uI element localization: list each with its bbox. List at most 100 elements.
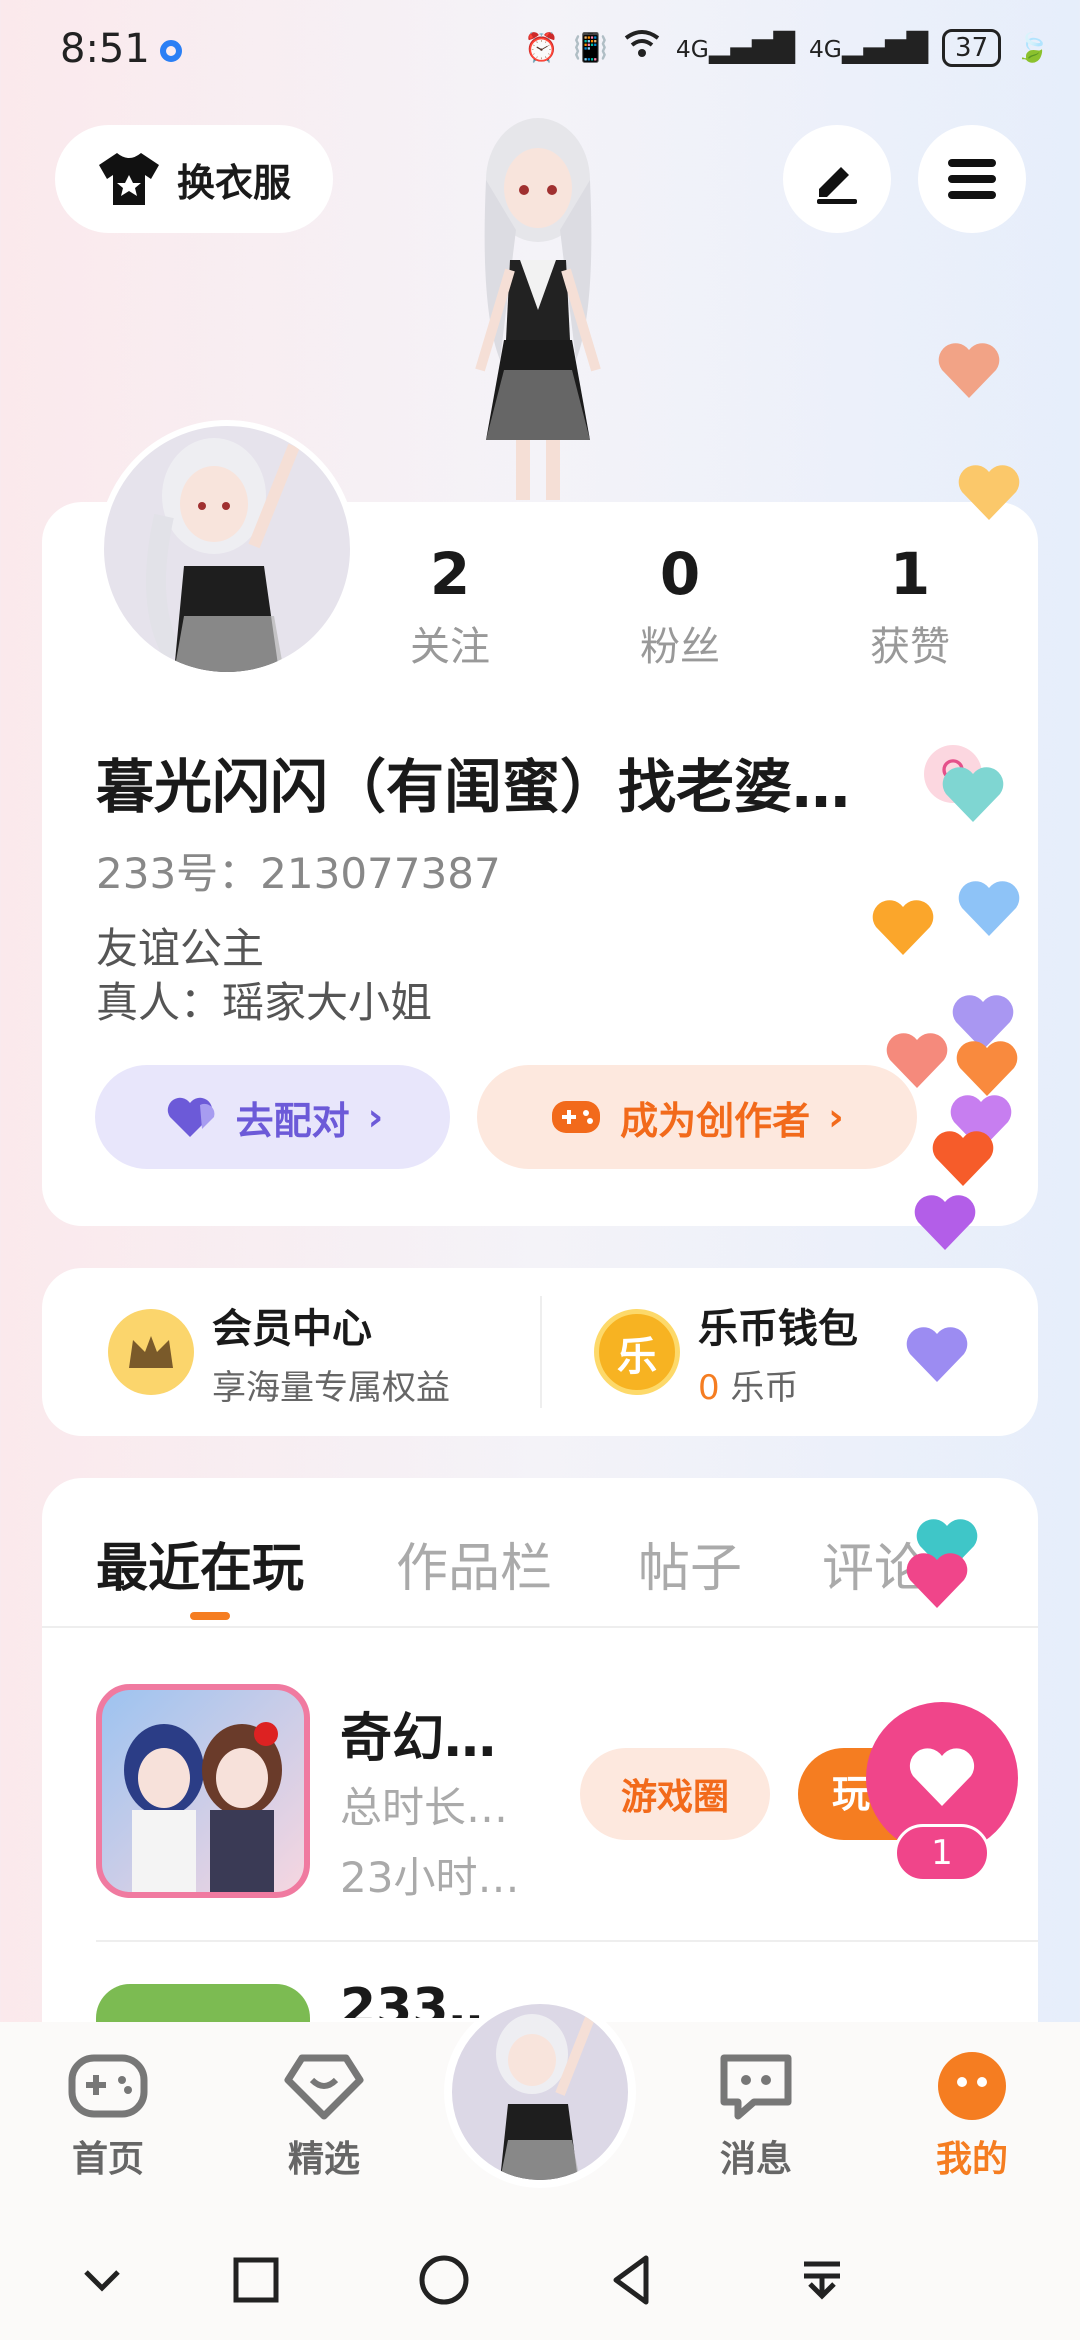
wallet-amount: 0 (698, 1367, 720, 1408)
wallet-unit: 乐币 (730, 1367, 799, 1408)
nickname: 暮光闪闪（有闺蜜）找老婆… (96, 753, 851, 821)
divider (42, 1626, 1038, 1628)
game-circle-button[interactable]: 游戏圈 (580, 1748, 770, 1840)
nav-messages[interactable]: 消息 (696, 2050, 816, 2182)
wallet[interactable]: 乐 乐币钱包 0 乐币 (594, 1268, 858, 1436)
signal-icon-2: 4G▂▄▆█ (808, 31, 929, 64)
floating-heart-icon (938, 343, 1000, 398)
match-label: 去配对 (235, 1098, 350, 1143)
nav-home-label: 首页 (71, 2139, 144, 2180)
avatar-image (496, 2014, 595, 2180)
stat-following[interactable]: 2 关注 (360, 540, 540, 672)
stat-followers[interactable]: 0 粉丝 (590, 540, 770, 672)
wardrobe-button[interactable]: 换衣服 (55, 125, 333, 233)
floating-heart-icon (906, 1327, 968, 1382)
status-icons: ⏰ 📳 4G▂▄▆█ 4G▂▄▆█ 37 🍃 (524, 28, 1050, 67)
alarm-icon: ⏰ (524, 31, 560, 64)
chevron-right-icon: › (367, 1095, 384, 1139)
stat-likes-count: 1 (889, 540, 931, 608)
heart-duo-icon (167, 1097, 215, 1137)
bio-line-1: 友谊公主 (96, 924, 265, 973)
stat-followers-label: 粉丝 (640, 624, 720, 670)
tab-recently-played[interactable]: 最近在玩 (96, 1526, 304, 1601)
game-name-2[interactable]: 233… (340, 1978, 501, 2018)
floating-heart-icon (958, 881, 1020, 936)
floating-heart-icon (886, 1033, 948, 1088)
match-button[interactable]: 去配对 › (95, 1065, 450, 1169)
stat-likes-label: 获赞 (870, 624, 950, 670)
stat-followers-count: 0 (659, 540, 701, 608)
tshirt-icon (98, 153, 159, 205)
signal-icon: 4G▂▄▆█ (675, 31, 795, 64)
like-count: 1 (894, 1824, 990, 1882)
nav-featured-label: 精选 (287, 2139, 360, 2180)
stat-following-count: 2 (429, 540, 471, 608)
game-total-label: 总时长… (340, 1783, 509, 1832)
avatar[interactable] (98, 420, 356, 678)
user-id[interactable]: 233号：213077387 (96, 840, 501, 901)
wifi-icon (622, 28, 662, 67)
battery-icon: 37 (942, 28, 1002, 67)
system-nav-bar (0, 2220, 1080, 2340)
pencil-icon (817, 167, 857, 204)
leaf-icon: 🍃 (1015, 31, 1050, 64)
active-tab-indicator (190, 1612, 230, 1620)
divider (96, 1940, 1038, 1942)
nav-home[interactable]: 首页 (48, 2050, 168, 2182)
creator-label: 成为创作者 (620, 1098, 811, 1143)
recent-apps-icon[interactable] (226, 2250, 286, 2310)
bio: 友谊公主 真人：瑶家大小姐 (96, 922, 432, 1030)
vibrate-icon: 📳 (573, 31, 608, 64)
wallet-title: 乐币钱包 (698, 1305, 858, 1352)
menu-button[interactable] (918, 125, 1026, 233)
vip-center[interactable]: 会员中心 享海量专属权益 (108, 1268, 450, 1436)
vip-subtitle: 享海量专属权益 (212, 1367, 450, 1408)
wardrobe-label: 换衣服 (176, 160, 291, 205)
location-icon (160, 40, 182, 62)
avatar-3d-figure[interactable] (420, 110, 660, 500)
network-type: 4G (675, 35, 709, 63)
heart-diamond-icon (284, 2054, 364, 2120)
coin-icon: 乐 (594, 1309, 680, 1395)
tab-posts[interactable]: 帖子 (638, 1526, 742, 1601)
status-bar: 8:51 ⏰ 📳 4G▂▄▆█ 4G▂▄▆█ 37 🍃 (0, 0, 1080, 100)
game-name[interactable]: 奇幻… (340, 1696, 496, 1771)
nav-featured[interactable]: 精选 (264, 2050, 384, 2182)
nav-avatar-button[interactable] (444, 1996, 636, 2188)
face-icon (938, 2052, 1006, 2120)
chevron-down-icon[interactable] (72, 2250, 132, 2310)
stat-following-label: 关注 (410, 624, 490, 670)
status-time: 8:51 (60, 26, 150, 72)
vip-wallet-card: 会员中心 享海量专属权益 乐 乐币钱包 0 乐币 (42, 1268, 1038, 1436)
gamepad-icon (68, 2054, 148, 2118)
chevron-right-icon: › (828, 1095, 844, 1139)
floating-heart-icon (932, 1131, 994, 1186)
nav-mine[interactable]: 我的 (912, 2050, 1032, 2182)
avatar-image (146, 438, 300, 672)
nav-mine-label: 我的 (935, 2139, 1008, 2180)
edit-button[interactable] (783, 125, 891, 233)
home-icon[interactable] (414, 2250, 474, 2310)
back-icon[interactable] (602, 2250, 662, 2310)
floating-heart-icon (914, 1195, 976, 1250)
bio-line-2: 真人：瑶家大小姐 (96, 978, 433, 1027)
tab-works[interactable]: 作品栏 (396, 1526, 552, 1601)
network-type-2: 4G (808, 35, 842, 63)
floating-heart-icon (906, 1553, 968, 1608)
stat-likes[interactable]: 1 获赞 (820, 540, 1000, 672)
menu-icon (948, 159, 996, 199)
floating-heart-icon (872, 900, 934, 955)
vip-title: 会员中心 (212, 1305, 372, 1352)
become-creator-button[interactable]: 成为创作者 › (477, 1065, 917, 1169)
wallet-balance: 0 乐币 (698, 1360, 858, 1409)
game-hours: 23小时… (340, 1853, 520, 1902)
heart-icon (909, 1748, 975, 1806)
nav-messages-label: 消息 (719, 2139, 792, 2180)
floating-heart-icon (942, 767, 1004, 822)
gamepad-icon (552, 1101, 601, 1133)
divider (540, 1296, 542, 1408)
floating-heart-icon (958, 465, 1020, 520)
game-icon[interactable] (96, 1684, 310, 1898)
notification-pull-icon[interactable] (792, 2250, 852, 2310)
crown-icon (108, 1309, 194, 1395)
